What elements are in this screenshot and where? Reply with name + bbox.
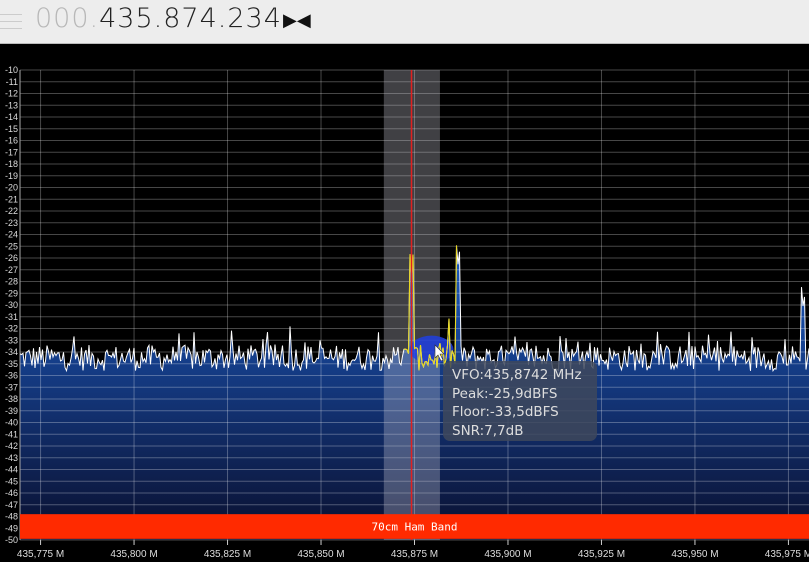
x-tick-label: 435,925 M xyxy=(578,549,625,560)
y-tick-label: -32 xyxy=(5,324,18,334)
frequency-leading-digits[interactable]: 000. xyxy=(35,3,99,34)
y-tick-label: -31 xyxy=(5,312,18,322)
y-tick-label: -40 xyxy=(5,418,18,428)
y-tick-label: -27 xyxy=(5,265,18,275)
x-tick-label: 435,825 M xyxy=(204,549,251,560)
y-tick-label: -43 xyxy=(5,453,18,463)
y-tick-label: -30 xyxy=(5,300,18,310)
frequency-digits[interactable]: 435.874.234 xyxy=(99,3,282,34)
spectrum-analyzer[interactable]: -10 -11 -12-13 -14 -15 -16-17 -18 -19 -20-21 -22 -… xyxy=(0,44,809,562)
y-tick-label: -19 xyxy=(5,171,18,181)
y-tick-label: -10 xyxy=(5,65,18,75)
y-tick-label: -33 xyxy=(5,335,18,345)
frequency-display[interactable]: 000.435.874.234 xyxy=(35,3,282,34)
y-tick-label: -41 xyxy=(5,429,18,439)
y-tick-label: -50 xyxy=(5,535,18,545)
y-tick-label: -11 xyxy=(6,77,18,87)
y-tick-label: -28 xyxy=(5,277,18,287)
x-tick-label: 435,875 M xyxy=(391,549,438,560)
tooltip-snr: SNR:7,7dB xyxy=(452,422,524,439)
y-tick-label: -37 xyxy=(5,382,18,392)
y-tick-label: -26 xyxy=(5,253,18,263)
x-tick-label: 435,800 M xyxy=(110,549,157,560)
tooltip-floor: Floor:-33,5dBFS xyxy=(452,404,559,420)
tooltip-vfo: VFO:435,8742 MHz xyxy=(452,367,582,383)
y-tick-label: -17 xyxy=(5,147,18,157)
y-tick-label: -39 xyxy=(5,406,18,416)
y-tick-label: -22 xyxy=(5,206,18,216)
bowtie-icon[interactable]: ▶◀ xyxy=(283,11,311,31)
y-tick-label: -47 xyxy=(5,500,18,510)
y-tick-label: -21 xyxy=(5,194,18,204)
tooltip-peak: Peak:-25,9dBFS xyxy=(452,385,558,402)
y-tick-label: -46 xyxy=(5,488,18,498)
y-tick-label: -23 xyxy=(5,218,18,228)
frequency-header: 000.435.874.234 ▶◀ xyxy=(0,0,809,44)
y-tick-label: -38 xyxy=(5,394,18,404)
x-tick-label: 435,850 M xyxy=(297,549,344,560)
y-tick-label: -13 xyxy=(5,100,18,110)
y-tick-label: -14 xyxy=(5,112,18,122)
y-tick-label: -24 xyxy=(5,230,18,240)
y-tick-label: -34 xyxy=(5,347,18,357)
x-tick-label: 435,900 M xyxy=(484,549,531,560)
vfo-tooltip: VFO:435,8742 MHz Peak:-25,9dBFS Floor:-3… xyxy=(443,361,597,441)
y-tick-label: -48 xyxy=(5,512,18,522)
y-tick-label: -49 xyxy=(5,523,18,533)
y-tick-label: -25 xyxy=(5,241,18,251)
y-tick-label: -36 xyxy=(5,371,18,381)
y-tick-label: -29 xyxy=(5,288,18,298)
y-tick-label: -16 xyxy=(5,136,18,146)
x-tick-label: 435,775 M xyxy=(17,549,64,560)
y-tick-label: -20 xyxy=(5,183,18,193)
band-plan-label: 70cm Ham Band xyxy=(371,520,457,533)
y-tick-label: -45 xyxy=(5,476,18,486)
drag-grip-icon[interactable] xyxy=(0,8,22,34)
y-tick-label: -12 xyxy=(5,89,18,99)
y-tick-label: -15 xyxy=(5,124,18,134)
x-tick-label: 435,950 M xyxy=(671,549,718,560)
y-tick-label: -18 xyxy=(5,159,18,169)
x-tick-label: 435,975 M xyxy=(765,549,809,560)
y-tick-label: -42 xyxy=(5,441,18,451)
y-tick-label: -44 xyxy=(5,465,18,475)
y-tick-label: -35 xyxy=(5,359,18,369)
